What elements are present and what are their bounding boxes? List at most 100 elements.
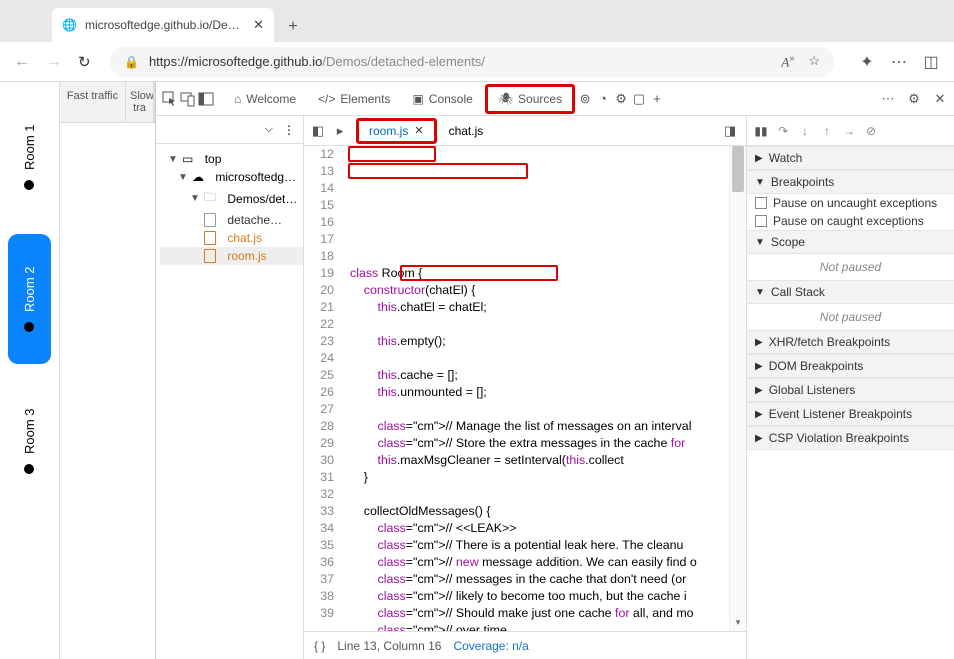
room-label: Room 3 (22, 408, 37, 454)
tab-console[interactable]: ▣Console (402, 82, 482, 115)
room-3-button[interactable]: Room 3 (8, 376, 51, 506)
braces-icon[interactable]: { } (314, 639, 325, 653)
network-conditions-icon[interactable]: ⊚ (577, 91, 593, 107)
more-tabs-icon[interactable]: + (649, 91, 665, 107)
tree-label: Demos/det… (227, 192, 297, 206)
pane-xhr[interactable]: ▶XHR/fetch Breakpoints (747, 330, 954, 354)
vertical-scrollbar[interactable]: ▴ ▾ (729, 146, 746, 631)
nav-toggle-icon[interactable]: ◧ (310, 123, 326, 139)
scope-not-paused: Not paused (747, 254, 954, 280)
pane-breakpoints[interactable]: ▼Breakpoints (747, 170, 954, 194)
navigator-more-icon[interactable]: ⋮ (283, 123, 295, 137)
checkbox-icon (755, 215, 767, 227)
more-tools-icon[interactable]: ⋯ (880, 91, 896, 107)
site-lock-icon: 🔒 (124, 55, 139, 69)
checkbox-label: Pause on uncaught exceptions (773, 196, 937, 210)
highlight-class-room (348, 146, 436, 162)
pane-event[interactable]: ▶Event Listener Breakpoints (747, 402, 954, 426)
inspect-icon[interactable] (162, 91, 178, 107)
globe-icon: 🌐 (62, 18, 77, 32)
editor-tab-chat[interactable]: chat.js (439, 116, 494, 145)
pane-callstack[interactable]: ▼Call Stack (747, 280, 954, 304)
new-tab-button[interactable]: + (278, 12, 308, 42)
pane-scope[interactable]: ▼Scope (747, 230, 954, 254)
close-icon[interactable]: ✕ (414, 124, 423, 137)
favorite-icon[interactable]: ☆ (808, 53, 820, 69)
tree-host[interactable]: ▼☁ microsoftedg… (160, 168, 303, 186)
coverage-status[interactable]: Coverage: n/a (453, 639, 528, 653)
callstack-not-paused: Not paused (747, 304, 954, 330)
refresh-button[interactable]: ↻ (78, 53, 96, 71)
devtools-close-icon[interactable]: ✕ (932, 91, 948, 107)
step-into-icon[interactable]: ↓ (797, 124, 813, 138)
deactivate-breakpoints-icon[interactable]: ⊘ (863, 124, 879, 138)
close-tab-icon[interactable]: ✕ (253, 17, 264, 33)
url-path: /Demos/detached-elements/ (322, 54, 485, 69)
sources-navigator: ⌵ ⋮ ▼▭ top ▼☁ microsoftedg… ▼🗀 Demos/det… (156, 116, 304, 659)
navigator-dropdown-icon[interactable]: ⌵ (265, 123, 273, 136)
tab-title: microsoftedge.github.io/Demos/d (85, 18, 245, 32)
checkbox-pause-caught[interactable]: Pause on caught exceptions (747, 212, 954, 230)
pane-global[interactable]: ▶Global Listeners (747, 378, 954, 402)
pane-dom[interactable]: ▶DOM Breakpoints (747, 354, 954, 378)
scrollbar-thumb[interactable] (732, 146, 744, 192)
file-tree: ▼▭ top ▼☁ microsoftedg… ▼🗀 Demos/det… de… (156, 144, 303, 659)
devtools-settings-icon[interactable]: ⚙ (906, 91, 922, 107)
room-label: Room 1 (22, 124, 37, 170)
performance-icon[interactable]: ◔ (595, 91, 611, 107)
bug-icon: 🕷 (498, 92, 513, 106)
tree-file-room[interactable]: room.js (160, 247, 303, 265)
room-status-dot (25, 322, 35, 332)
fast-traffic-button[interactable]: Fast traffic (60, 82, 126, 123)
pane-watch[interactable]: ▶Watch (747, 146, 954, 170)
url-input[interactable]: 🔒 https://microsoftedge.github.io/Demos/… (110, 47, 834, 77)
highlight-constructor (348, 163, 528, 179)
pane-title: Call Stack (771, 285, 825, 299)
tab-welcome[interactable]: ⌂Welcome (224, 82, 306, 115)
file-icon (204, 213, 216, 227)
folder-icon: 🗀 (204, 188, 216, 209)
room-1-button[interactable]: Room 1 (8, 92, 51, 222)
nav-history-icon[interactable]: ▸ (332, 123, 348, 139)
code-editor[interactable]: 1213141516171819202122232425262728293031… (304, 146, 746, 631)
room-status-dot (25, 464, 35, 474)
step-over-icon[interactable]: ↷ (775, 124, 791, 138)
pane-title: DOM Breakpoints (769, 359, 864, 373)
read-aloud-icon[interactable]: A» (781, 53, 794, 70)
page-partial-controls: Fast traffic Slow tra (60, 82, 155, 123)
tree-file-chat[interactable]: chat.js (160, 229, 303, 247)
settings-more-icon[interactable]: ⋯ (890, 53, 908, 71)
elements-icon: </> (318, 92, 335, 106)
line-gutter: 1213141516171819202122232425262728293031… (304, 146, 344, 631)
room-2-button[interactable]: Room 2 (8, 234, 51, 364)
debug-toolbar: ▮▮ ↷ ↓ ↑ → ⊘ (747, 116, 954, 146)
application-icon[interactable]: ▢ (631, 91, 647, 107)
tab-elements[interactable]: </> Elements (308, 82, 400, 115)
pane-csp[interactable]: ▶CSP Violation Breakpoints (747, 426, 954, 450)
slow-traffic-button[interactable]: Slow tra (126, 82, 154, 123)
back-button[interactable]: ← (14, 53, 32, 71)
step-icon[interactable]: → (841, 124, 857, 138)
sidebar-toggle-icon[interactable]: ◫ (922, 53, 940, 71)
pane-title: XHR/fetch Breakpoints (769, 335, 890, 349)
memory-gear-icon[interactable]: ⚙ (613, 91, 629, 107)
tree-file-html[interactable]: detache… (160, 211, 303, 229)
devtools-panel: ⌂Welcome </> Elements ▣Console 🕷Sources ⊚… (155, 82, 954, 659)
checkbox-icon (755, 197, 767, 209)
tree-folder[interactable]: ▼🗀 Demos/det… (160, 186, 303, 211)
pause-resume-icon[interactable]: ▮▮ (753, 124, 769, 138)
checkbox-pause-uncaught[interactable]: Pause on uncaught exceptions (747, 194, 954, 212)
browser-tab[interactable]: 🌐 microsoftedge.github.io/Demos/d ✕ (52, 8, 274, 42)
sources-editor: ◧ ▸ room.js✕ chat.js ◨ 12131415161718192… (304, 116, 746, 659)
step-out-icon[interactable]: ↑ (819, 124, 835, 138)
extensions-icon[interactable]: ✦ (858, 53, 876, 71)
device-toolbar-icon[interactable] (180, 91, 196, 107)
dock-icon[interactable] (198, 91, 214, 107)
tree-top[interactable]: ▼▭ top (160, 150, 303, 168)
toggle-debugger-pane-icon[interactable]: ◨ (722, 123, 738, 139)
tab-label: Elements (340, 92, 390, 106)
cloud-icon: ☁ (192, 170, 204, 184)
tab-sources[interactable]: 🕷Sources (485, 84, 575, 114)
editor-tab-room[interactable]: room.js✕ (356, 118, 437, 144)
cursor-position: Line 13, Column 16 (337, 639, 441, 653)
